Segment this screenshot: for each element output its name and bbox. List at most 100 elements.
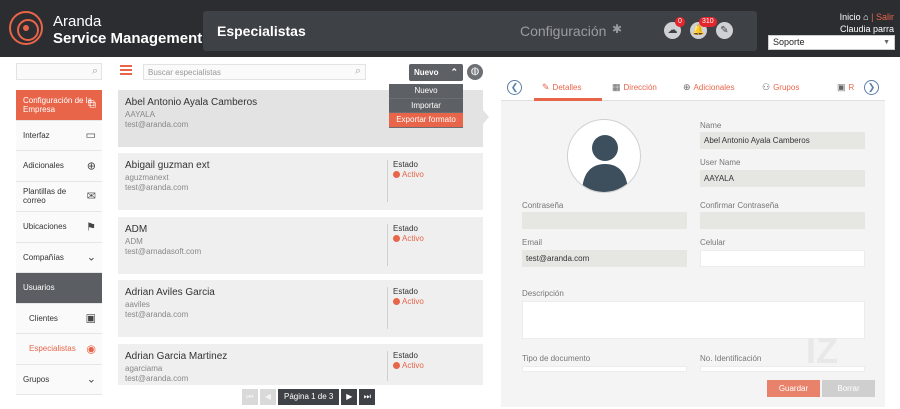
cel-field[interactable] <box>700 250 865 267</box>
detail-panel: ❮ ✎ Detalles ▦ Dirección ⊕ Adicionales ⚇ Gru… <box>501 73 885 407</box>
cloud-badge: 0 <box>675 17 685 27</box>
sidebar-item-company-config[interactable]: Configuración de la Empresa ⧉ <box>16 90 102 121</box>
sidebar-item-plantillas[interactable]: Plantillas de correo ✉ <box>16 181 102 212</box>
search-icon[interactable]: ⌕ <box>355 65 361 78</box>
sidebar-item-label: Interfaz <box>23 130 50 140</box>
save-button[interactable]: Guardar <box>767 380 820 397</box>
sidebar-item-label: Adicionales <box>23 161 64 171</box>
sidebar-item-clientes[interactable]: Clientes ▣ <box>16 303 102 334</box>
plus-circle-icon: ⊕ <box>683 82 691 92</box>
tab-roles[interactable]: ▣ R <box>837 82 854 93</box>
sidebar-item-companias[interactable]: Compañías ⌄ <box>16 242 102 273</box>
brand-name: Aranda <box>53 13 102 30</box>
home-icon[interactable]: ⌂ <box>863 12 868 22</box>
list-item[interactable]: ADM ADM test@arnadasoft.com Estado Activ… <box>118 217 483 274</box>
signpost-icon: ⚑ <box>86 221 96 234</box>
confirm-password-field[interactable] <box>700 212 865 229</box>
confirm-password-label: Confirmar Contraseña <box>700 201 779 210</box>
specialist-email: test@arnadasoft.com <box>125 247 202 256</box>
user-links: Inicio ⌂ | Salir <box>840 12 894 22</box>
config-label[interactable]: Configuración <box>520 23 606 39</box>
sidebar-item-adicionales[interactable]: Adicionales ⊕ <box>16 151 102 182</box>
list-item[interactable]: Adrian Aviles Garcia aaviles test@aranda… <box>118 280 483 337</box>
new-button[interactable]: Nuevo ⌃ <box>409 64 463 81</box>
sidebar-item-grupos[interactable]: Grupos ⌄ <box>16 364 102 395</box>
salir-link[interactable]: Salir <box>876 12 894 22</box>
menu-item-importar[interactable]: Importar <box>389 98 463 113</box>
prev-page-button[interactable]: ◀ <box>260 389 276 405</box>
status-badge: Activo <box>393 170 424 179</box>
divider <box>387 160 388 202</box>
page-indicator: Página 1 de 3 <box>278 389 340 405</box>
sidebar-item-usuarios[interactable]: Usuarios <box>16 273 102 304</box>
menu-item-nuevo[interactable]: Nuevo <box>389 84 463 99</box>
sidebar-item-ubicaciones[interactable]: Ubicaciones ⚑ <box>16 212 102 243</box>
gear-icon[interactable]: ✱ <box>612 22 622 36</box>
sidebar-menu: Configuración de la Empresa ⧉ Interfaz ▭… <box>16 90 102 395</box>
email-label: Email <box>522 238 543 247</box>
specialist-email: test@aranda.com <box>125 374 189 383</box>
tabs-prev-icon[interactable]: ❮ <box>507 80 522 95</box>
next-page-button[interactable]: ▶ <box>341 389 358 405</box>
avatar[interactable] <box>567 119 641 193</box>
sidebar-item-label: Ubicaciones <box>23 222 67 232</box>
tabs-next-icon[interactable]: ❯ <box>864 80 879 95</box>
search-placeholder: Buscar especialistas <box>148 68 221 77</box>
specialist-login: ADM <box>125 237 143 246</box>
specialist-search-input[interactable]: Buscar especialistas ⌕ <box>143 64 366 80</box>
edit-icon: ✎ <box>542 82 550 92</box>
doc-type-label: Tipo de documento <box>522 354 591 363</box>
delete-button[interactable]: Borrar <box>822 380 875 397</box>
tab-label: Grupos <box>773 83 800 92</box>
specialist-icon: ◉ <box>86 343 96 356</box>
plus-circle-icon: ⊕ <box>86 160 96 173</box>
sidebar-search-input[interactable]: ⌕ <box>16 63 102 80</box>
sidebar-item-label: Especialistas <box>29 344 76 354</box>
status-value: Activo <box>402 361 424 370</box>
email-field[interactable]: test@aranda.com <box>522 250 687 267</box>
sidebar-item-especialistas[interactable]: Especialistas ◉ <box>16 334 102 365</box>
users-icon: ⚇ <box>762 82 771 92</box>
menu-item-exportar-formato[interactable]: Exportar formato <box>389 113 463 128</box>
username-field[interactable]: AAYALA <box>700 170 865 187</box>
new-dropdown-menu: Nuevo Importar Exportar formato <box>389 84 463 128</box>
specialist-name: Abigail guzman ext <box>125 160 210 171</box>
inicio-link[interactable]: Inicio <box>840 12 861 22</box>
tab-direccion[interactable]: ▦ Dirección <box>612 82 657 93</box>
caret-down-icon: ▼ <box>883 39 890 46</box>
first-page-button[interactable]: ⏮ <box>242 389 258 405</box>
status-badge: Activo <box>393 234 424 243</box>
status-badge: Activo <box>393 361 424 370</box>
password-field[interactable] <box>522 212 687 229</box>
status-label: Estado <box>393 224 418 233</box>
id-number-field[interactable] <box>700 366 865 372</box>
tab-adicionales[interactable]: ⊕ Adicionales <box>683 82 734 93</box>
last-page-button[interactable]: ⏭ <box>359 389 376 405</box>
role-select[interactable]: Soporte ▼ <box>768 35 895 50</box>
list-item[interactable]: Abigail guzman ext aguzmanext test@arand… <box>118 153 483 210</box>
hamburger-menu-icon[interactable] <box>120 65 132 77</box>
chevron-up-icon: ⌃ <box>450 67 458 77</box>
list-item[interactable]: Adrian Garcia Martinez agarciama test@ar… <box>118 344 483 385</box>
sidebar-item-interfaz[interactable]: Interfaz ▭ <box>16 120 102 151</box>
specialist-login: aaviles <box>125 300 150 309</box>
status-label: Estado <box>393 160 418 169</box>
specialist-login: aguzmanext <box>125 173 169 182</box>
tab-detalles[interactable]: ✎ Detalles <box>542 82 581 93</box>
globe-icon[interactable]: ◍ <box>467 64 483 80</box>
doc-type-field[interactable] <box>522 366 687 372</box>
status-dot-icon <box>393 362 400 369</box>
user-silhouette-icon <box>582 135 628 192</box>
name-field[interactable]: Abel Antonio Ayala Camberos <box>700 132 865 149</box>
tab-grupos[interactable]: ⚇ Grupos <box>762 82 799 93</box>
tab-label: Adicionales <box>693 83 735 92</box>
specialist-login: agarciama <box>125 364 163 373</box>
tools-icon[interactable]: ✎ <box>716 22 733 39</box>
sidebar-item-label: Clientes <box>29 313 58 323</box>
specialist-email: test@aranda.com <box>125 310 189 319</box>
new-button-label: Nuevo <box>414 68 439 77</box>
status-label: Estado <box>393 351 418 360</box>
chevron-down-icon: ⌄ <box>86 373 96 386</box>
specialist-login: AAYALA <box>125 110 155 119</box>
search-icon[interactable]: ⌕ <box>92 65 98 78</box>
